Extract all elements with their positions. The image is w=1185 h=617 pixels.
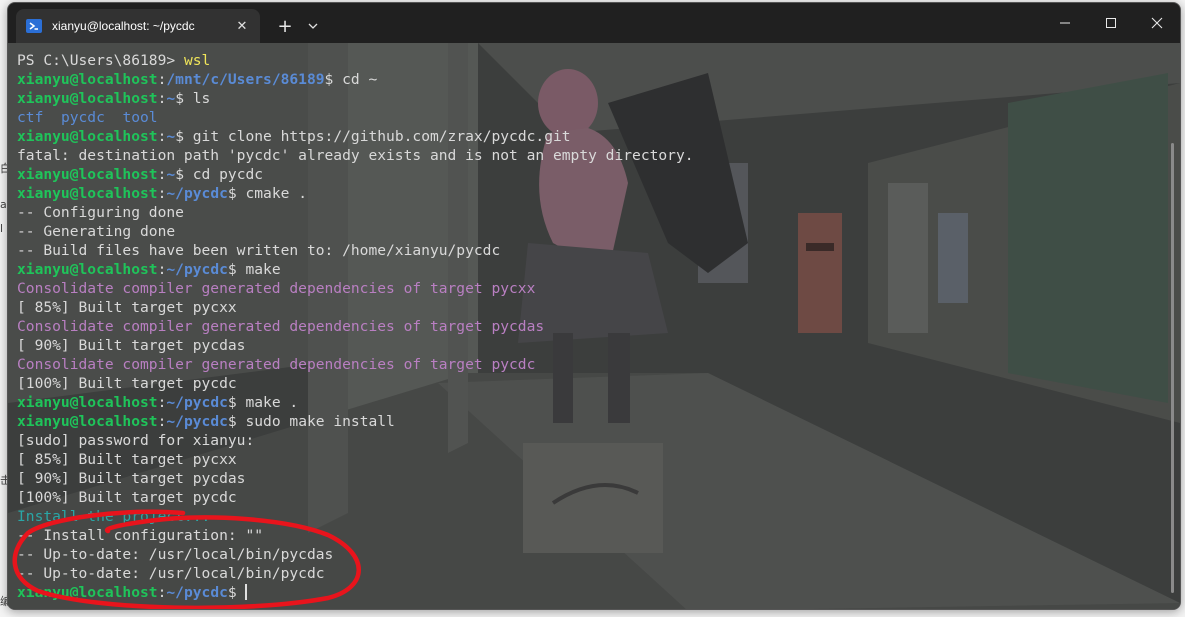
- terminal-line: xianyu@localhost:/mnt/c/Users/86189$ cd …: [17, 70, 694, 89]
- terminal-line: PS C:\Users\86189> wsl: [17, 51, 694, 70]
- scrollbar[interactable]: [1171, 143, 1174, 593]
- terminal-line: xianyu@localhost:~$ cd pycdc: [17, 165, 694, 184]
- minimize-icon[interactable]: [1042, 3, 1088, 43]
- line-text: [105, 109, 123, 126]
- terminal-line: -- Up-to-date: /usr/local/bin/pycdas: [17, 545, 694, 564]
- terminal-line: -- Generating done: [17, 222, 694, 241]
- new-tab-button[interactable]: +: [274, 15, 296, 37]
- prompt-path: ~/pycdc: [166, 584, 228, 601]
- terminal-line: xianyu@localhost:~/pycdc$ make: [17, 260, 694, 279]
- prompt-user: xianyu@localhost: [17, 71, 158, 88]
- close-tab-icon[interactable]: ✕: [234, 18, 250, 34]
- terminal-line: Consolidate compiler generated dependenc…: [17, 279, 694, 298]
- line-text: Consolidate compiler generated dependenc…: [17, 280, 536, 297]
- prompt-path: ~/pycdc: [166, 185, 228, 202]
- prompt-path: ~: [166, 166, 176, 183]
- terminal-line: [ 90%] Built target pycdas: [17, 336, 694, 355]
- terminal-line: fatal: destination path 'pycdc' already …: [17, 146, 694, 165]
- prompt-path: ~: [166, 90, 176, 107]
- line-text: $: [227, 584, 246, 601]
- line-text: [100%] Built target pycdc: [17, 375, 237, 392]
- terminal-line: [sudo] password for xianyu:: [17, 431, 694, 450]
- line-text: [ 85%] Built target pycxx: [17, 299, 237, 316]
- terminal-line: Consolidate compiler generated dependenc…: [17, 355, 694, 374]
- terminal-line: [ 90%] Built target pycdas: [17, 469, 694, 488]
- prompt-user: xianyu@localhost: [17, 185, 158, 202]
- terminal-line: Install the project...: [17, 507, 694, 526]
- prompt-path: ~/pycdc: [166, 261, 228, 278]
- line-text: tool: [122, 109, 158, 126]
- terminal-line: [100%] Built target pycdc: [17, 374, 694, 393]
- line-text: -- Configuring done: [17, 204, 184, 221]
- terminal-line: -- Up-to-date: /usr/local/bin/pycdc: [17, 564, 694, 583]
- line-text: $ sudo make install: [227, 413, 395, 430]
- prompt-path: /mnt/c/Users/86189: [166, 71, 325, 88]
- terminal-output: PS C:\Users\86189> wsl xianyu@localhost:/…: [17, 51, 694, 602]
- line-text: $ make .: [227, 394, 299, 411]
- line-text: $ cd pycdc: [175, 166, 264, 183]
- terminal-line: -- Build files have been written to: /ho…: [17, 241, 694, 260]
- line-text: -- Up-to-date: /usr/local/bin/pycdas: [17, 546, 334, 563]
- line-text: $ make: [227, 261, 281, 278]
- line-text: Consolidate compiler generated dependenc…: [17, 356, 536, 373]
- prompt-user: xianyu@localhost: [17, 261, 158, 278]
- close-icon[interactable]: [1134, 3, 1180, 43]
- terminal-line: xianyu@localhost:~/pycdc$ cmake .: [17, 184, 694, 203]
- terminal-line: -- Configuring done: [17, 203, 694, 222]
- text-cursor: [245, 584, 248, 600]
- line-text: [ 85%] Built target pycxx: [17, 451, 237, 468]
- terminal-line: [100%] Built target pycdc: [17, 488, 694, 507]
- line-text: $ cmake .: [227, 185, 307, 202]
- prompt-user: xianyu@localhost: [17, 394, 158, 411]
- prompt-user: xianyu@localhost: [17, 166, 158, 183]
- powershell-icon: [26, 19, 42, 33]
- prompt-user: xianyu@localhost: [17, 90, 158, 107]
- line-text: $ cd ~: [324, 71, 378, 88]
- prompt-path: ~/pycdc: [166, 394, 228, 411]
- line-text: -- Generating done: [17, 223, 176, 240]
- line-text: [ 90%] Built target pycdas: [17, 337, 246, 354]
- terminal-line: xianyu@localhost:~/pycdc$ make .: [17, 393, 694, 412]
- line-text: pycdc: [60, 109, 105, 126]
- line-text: [43, 109, 61, 126]
- title-bar[interactable]: xianyu@localhost: ~/pycdc ✕ +: [8, 3, 1180, 43]
- line-text: $ git clone https://github.com/zrax/pycd…: [175, 128, 571, 145]
- maximize-icon[interactable]: [1088, 3, 1134, 43]
- line-text: $ ls: [175, 90, 211, 107]
- terminal-line: ctf pycdc tool: [17, 108, 694, 127]
- prompt-user: xianyu@localhost: [17, 584, 158, 601]
- line-text: [ 90%] Built target pycdas: [17, 470, 246, 487]
- line-text: PS C:\Users\86189>: [17, 52, 184, 69]
- edge-text: a: [0, 198, 7, 211]
- line-text: Install the project...: [17, 508, 211, 525]
- line-text: wsl: [183, 52, 211, 69]
- terminal-line: xianyu@localhost:~$ git clone https://gi…: [17, 127, 694, 146]
- terminal-line: xianyu@localhost:~/pycdc$: [17, 583, 694, 602]
- line-text: [100%] Built target pycdc: [17, 489, 237, 506]
- line-text: -- Install configuration: "": [17, 527, 264, 544]
- terminal-window: xianyu@localhost: ~/pycdc ✕ + PS C:\User…: [7, 2, 1181, 610]
- prompt-user: xianyu@localhost: [17, 413, 158, 430]
- line-text: [sudo] password for xianyu:: [17, 432, 255, 449]
- terminal-line: Consolidate compiler generated dependenc…: [17, 317, 694, 336]
- edge-text: l: [0, 222, 4, 235]
- terminal-line: -- Install configuration: "": [17, 526, 694, 545]
- tab-terminal[interactable]: xianyu@localhost: ~/pycdc ✕: [16, 9, 260, 43]
- tab-title: xianyu@localhost: ~/pycdc: [52, 19, 195, 33]
- prompt-user: xianyu@localhost: [17, 128, 158, 145]
- terminal-pane[interactable]: PS C:\Users\86189> wsl xianyu@localhost:/…: [8, 43, 1180, 609]
- terminal-line: xianyu@localhost:~/pycdc$ sudo make inst…: [17, 412, 694, 431]
- line-text: Consolidate compiler generated dependenc…: [17, 318, 545, 335]
- terminal-line: [ 85%] Built target pycxx: [17, 450, 694, 469]
- chevron-down-icon[interactable]: [302, 15, 324, 37]
- line-text: fatal: destination path 'pycdc' already …: [17, 147, 694, 164]
- terminal-line: [ 85%] Built target pycxx: [17, 298, 694, 317]
- prompt-path: ~/pycdc: [166, 413, 228, 430]
- terminal-line: xianyu@localhost:~$ ls: [17, 89, 694, 108]
- line-text: -- Build files have been written to: /ho…: [17, 242, 501, 259]
- prompt-path: ~: [166, 128, 176, 145]
- line-text: ctf: [17, 109, 44, 126]
- line-text: -- Up-to-date: /usr/local/bin/pycdc: [17, 565, 325, 582]
